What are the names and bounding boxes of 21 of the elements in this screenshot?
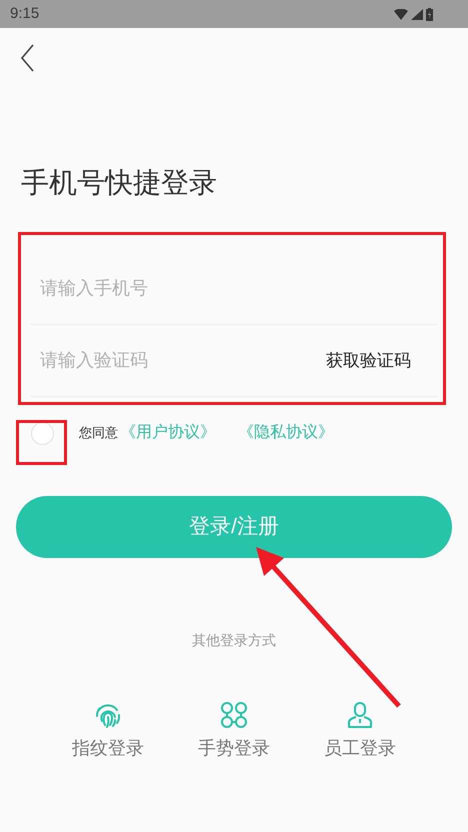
wifi-icon <box>394 8 408 20</box>
phone-input[interactable]: 请输入手机号 <box>31 268 437 308</box>
login-method-button[interactable]: 指纹登录 <box>69 701 147 762</box>
highlight-frame <box>16 420 67 465</box>
login-method-button[interactable]: 手势登录 <box>195 701 273 762</box>
agree-checkbox[interactable] <box>31 422 54 444</box>
login-button[interactable]: 登录/注册 <box>16 496 452 558</box>
back-chevron-icon <box>20 44 34 72</box>
person-icon <box>346 701 374 729</box>
agreement-link[interactable]: 《用户协议》 <box>120 421 216 445</box>
get-code-button[interactable]: 获取验证码 <box>326 348 437 374</box>
signal-icon <box>411 8 423 20</box>
other-methods-label: 其他登录方式 <box>191 631 277 650</box>
status-time: 9:15 <box>10 4 40 24</box>
code-input[interactable]: 请输入验证码 <box>31 340 326 380</box>
page-title: 手机号快捷登录 <box>21 166 218 200</box>
agreement-link[interactable]: 《隐私协议》 <box>238 421 334 445</box>
gesture-pattern-icon <box>220 701 248 729</box>
login-method-button[interactable]: 员工登录 <box>321 701 399 762</box>
agreement-text: 您同意 <box>79 424 118 442</box>
battery-icon <box>426 8 433 20</box>
